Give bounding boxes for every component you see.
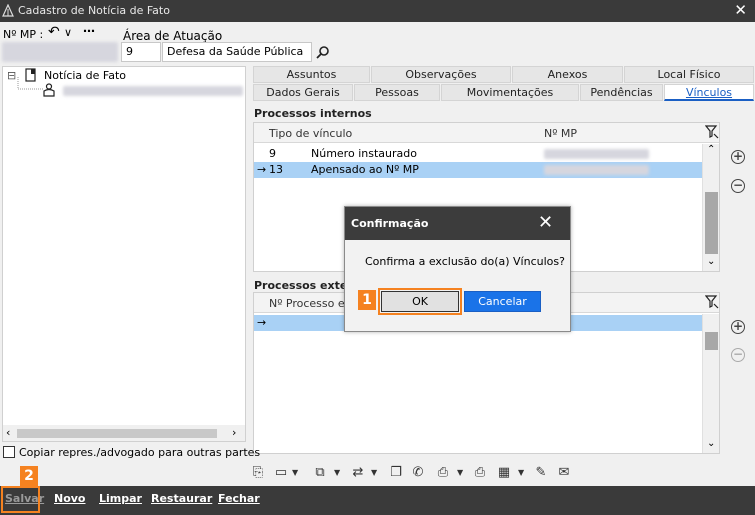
hierarchy-icon[interactable]: ⧉ [312, 465, 328, 481]
scroll-down-icon[interactable]: ⌄ [707, 438, 715, 449]
more-icon[interactable]: ⋯ [83, 24, 95, 38]
scroll-up-icon[interactable]: ⌃ [707, 144, 715, 155]
chevron-down-icon[interactable]: ▼ [371, 468, 377, 477]
print-icon[interactable]: ⎙ [435, 465, 451, 481]
person-icon [43, 83, 55, 97]
calendar-icon[interactable]: ▦ [496, 465, 512, 481]
new-button[interactable]: Novo [54, 492, 86, 505]
tab-anexos[interactable]: Anexos [512, 66, 623, 83]
add-icon[interactable]: + [731, 150, 745, 164]
chevron-down-icon[interactable]: ∨ [64, 26, 72, 39]
internos-vscroll-thumb[interactable] [705, 192, 718, 254]
confirm-dialog: Confirmação ✕ Confirma a exclusão do(a) … [344, 206, 571, 332]
phone-icon[interactable]: ✆ [410, 465, 426, 481]
person-name-redacted [63, 86, 243, 96]
new-record-icon[interactable]: ⎘ [250, 465, 266, 481]
remove-icon[interactable]: − [731, 179, 745, 193]
chevron-down-icon[interactable]: ▼ [518, 468, 524, 477]
col-tipo-vinculo[interactable]: Tipo de vínculo [269, 127, 352, 140]
step-badge-2: 2 [20, 466, 38, 486]
row-mp-redacted [544, 149, 649, 159]
row-code: 9 [269, 147, 276, 160]
export-icon[interactable]: ⇄ [350, 465, 366, 481]
mp-label: Nº MP : [3, 28, 44, 41]
internos-header: Tipo de vínculo Nº MP [254, 123, 719, 143]
tree-root-label[interactable]: Notícia de Fato [44, 69, 126, 82]
tab-movimentacoes[interactable]: Movimentações [441, 84, 579, 101]
chevron-down-icon[interactable]: ▼ [334, 468, 340, 477]
copy-representative-label: Copiar repres./advogado para outras part… [19, 446, 261, 459]
bottom-action-bar: Salvar Novo Limpar Restaurar Fechar [0, 486, 755, 515]
undo-icon[interactable]: ↶ [48, 24, 60, 40]
window-title: Cadastro de Notícia de Fato [18, 4, 170, 17]
externos-vscrollbar[interactable]: ⌄ [702, 314, 719, 453]
tab-pessoas[interactable]: Pessoas [354, 84, 440, 101]
close-button[interactable]: Fechar [218, 492, 260, 505]
tree-panel: ⊟ Notícia de Fato ‹ › [2, 66, 246, 442]
filter-icon[interactable] [705, 125, 719, 139]
tab-dados-gerais[interactable]: Dados Gerais [253, 84, 353, 101]
dialog-title: Confirmação [351, 217, 429, 230]
chevron-down-icon[interactable]: ▼ [292, 468, 298, 477]
tree-collapse-icon[interactable]: ⊟ [7, 69, 16, 82]
tab-vinculos[interactable]: Vínculos [664, 84, 754, 101]
save-highlight [1, 486, 40, 513]
row-code: 13 [269, 163, 283, 176]
area-code-field[interactable]: 9 [121, 42, 161, 62]
ok-button[interactable]: OK [378, 288, 462, 315]
copy-icon[interactable]: ❐ [388, 465, 404, 481]
area-name-field[interactable]: Defesa da Saúde Pública [162, 42, 312, 62]
area-label: Área de Atuação [123, 29, 223, 43]
row-desc: Apensado ao Nº MP [311, 163, 419, 176]
tab-pendencias[interactable]: Pendências [580, 84, 663, 101]
scroll-down-icon[interactable]: ⌄ [707, 256, 715, 267]
dialog-message: Confirma a exclusão do(a) Vínculos? [365, 255, 565, 268]
scroll-right-icon[interactable]: › [232, 426, 236, 439]
tree-hscrollbar[interactable]: ‹ › [3, 425, 245, 441]
cancel-button[interactable]: Cancelar [464, 291, 541, 312]
tab-assuntos[interactable]: Assuntos [253, 66, 370, 83]
title-bar: Cadastro de Notícia de Fato ✕ [0, 0, 755, 22]
col-processo-externo[interactable]: Nº Processo ex [269, 297, 351, 310]
tab-local-fisico[interactable]: Local Físico [624, 66, 754, 83]
mp-number-field[interactable] [2, 42, 118, 62]
table-row-selected[interactable]: → 13 Apensado ao Nº MP [254, 162, 702, 178]
close-icon[interactable]: ✕ [734, 1, 747, 19]
close-icon[interactable]: ✕ [538, 212, 553, 233]
externos-vscroll-thumb[interactable] [705, 332, 718, 350]
add-icon[interactable]: + [731, 320, 745, 334]
restore-button[interactable]: Restaurar [151, 492, 212, 505]
clear-button[interactable]: Limpar [99, 492, 142, 505]
folder-icon[interactable]: ▭ [273, 465, 289, 481]
scroll-left-icon[interactable]: ‹ [6, 426, 10, 439]
filter-icon[interactable] [705, 295, 719, 309]
copy-representative-checkbox[interactable] [3, 446, 15, 458]
mail-icon[interactable]: ✉ [556, 465, 572, 481]
dialog-title-bar: Confirmação ✕ [345, 207, 570, 240]
tab-observacoes[interactable]: Observações [371, 66, 511, 83]
row-pointer-icon: → [257, 316, 267, 329]
internos-title: Processos internos [254, 107, 372, 120]
row-mp-redacted [544, 165, 649, 175]
remove-icon: − [731, 347, 745, 362]
step-badge-1: 1 [358, 290, 376, 310]
search-icon[interactable] [316, 45, 330, 59]
printer-icon[interactable]: ⎙ [472, 465, 488, 481]
internos-vscrollbar[interactable]: ⌃ ⌄ [702, 144, 719, 271]
app-logo-icon [2, 4, 14, 17]
edit-doc-icon[interactable]: ✎ [533, 465, 549, 481]
table-row[interactable]: 9 Número instaurado [254, 146, 702, 162]
chevron-down-icon[interactable]: ▼ [457, 468, 463, 477]
col-numero-mp[interactable]: Nº MP [544, 127, 577, 140]
tree-hscroll-thumb[interactable] [17, 429, 217, 438]
row-pointer-icon: → [257, 163, 267, 176]
row-desc: Número instaurado [311, 147, 417, 160]
